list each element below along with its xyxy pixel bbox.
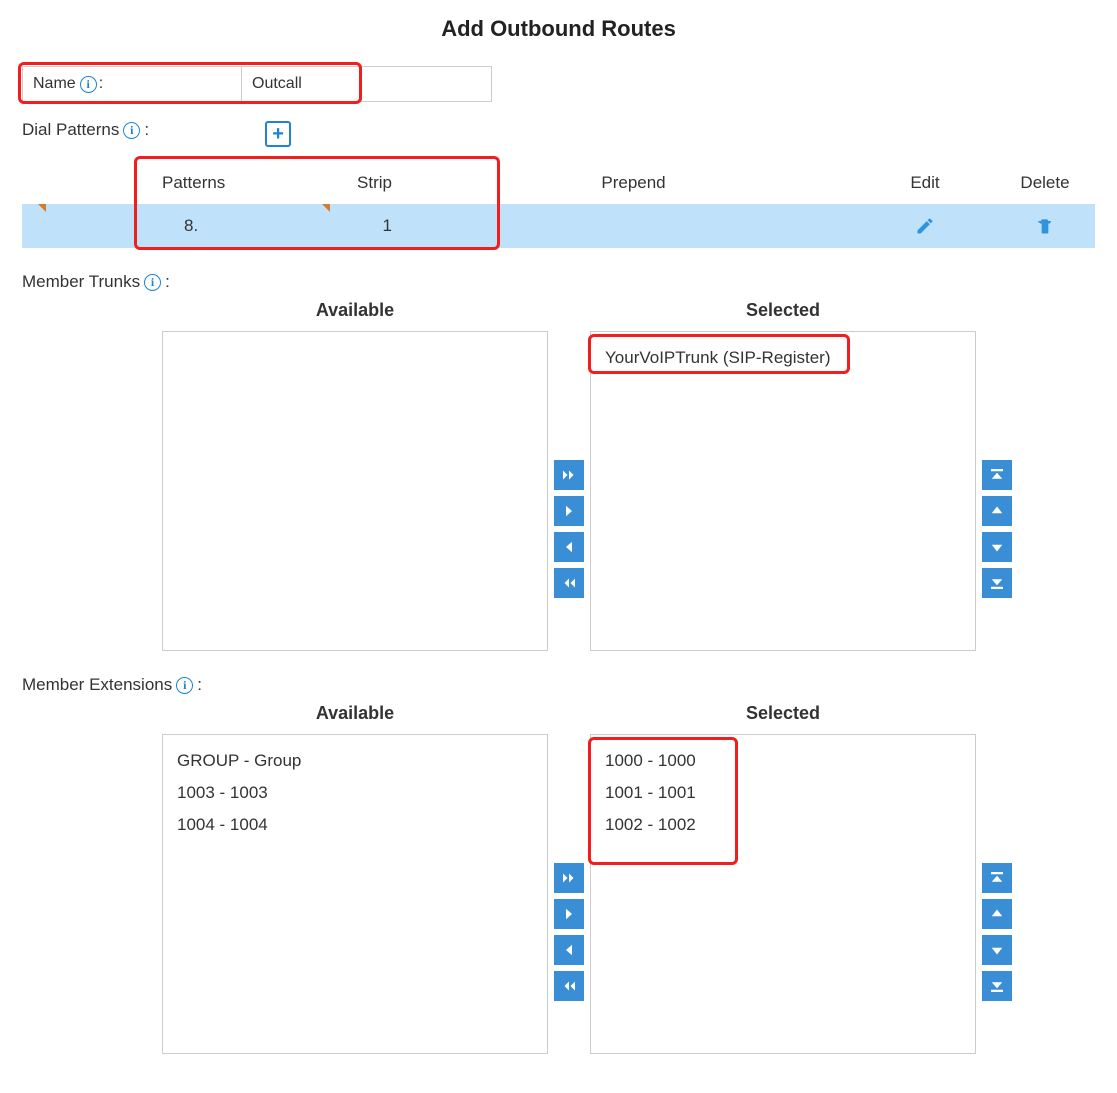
ext-order-buttons [976, 809, 1012, 1054]
pencil-icon [915, 216, 935, 236]
member-trunks-text: Member Trunks [22, 272, 140, 292]
move-bottom-button[interactable] [982, 971, 1012, 1001]
header-strip: Strip [282, 173, 412, 193]
page-title: Add Outbound Routes [22, 16, 1095, 42]
list-item[interactable]: YourVoIPTrunk (SIP-Register) [605, 342, 961, 374]
move-all-left-button[interactable] [554, 971, 584, 1001]
list-item[interactable]: 1000 - 1000 [605, 745, 961, 777]
cell-strip: 1 [282, 216, 412, 236]
table-header: Patterns Strip Prepend Edit Delete [22, 162, 1095, 204]
corner-marker [322, 204, 330, 212]
info-icon[interactable]: i [144, 274, 161, 291]
dial-patterns-table: Patterns Strip Prepend Edit Delete 8. 1 [22, 162, 1095, 248]
trunks-available-list[interactable] [162, 331, 548, 651]
trunks-selected-list[interactable]: YourVoIPTrunk (SIP-Register) [590, 331, 976, 651]
move-bottom-button[interactable] [982, 568, 1012, 598]
info-icon[interactable]: i [176, 677, 193, 694]
table-row[interactable]: 8. 1 [22, 204, 1095, 248]
member-trunks-dual: Available Selected YourVoIPTrunk (SIP-Re… [162, 300, 1095, 651]
header-prepend: Prepend [412, 173, 855, 193]
member-extensions-dual: Available GROUP - Group1003 - 10031004 -… [162, 703, 1095, 1054]
header-delete: Delete [995, 173, 1095, 193]
move-down-button[interactable] [982, 935, 1012, 965]
move-all-right-button[interactable] [554, 460, 584, 490]
member-trunks-colon: : [165, 272, 170, 292]
dial-patterns-colon: : [144, 120, 149, 140]
cell-pattern: 8. [22, 216, 282, 236]
dial-patterns-label: Dial Patterns i : [22, 120, 149, 140]
ext-move-buttons [548, 809, 590, 1054]
move-up-button[interactable] [982, 899, 1012, 929]
edit-button[interactable] [855, 216, 995, 236]
ext-available-list[interactable]: GROUP - Group1003 - 10031004 - 1004 [162, 734, 548, 1054]
list-item[interactable]: 1001 - 1001 [605, 777, 961, 809]
info-icon[interactable]: i [80, 76, 97, 93]
ext-available-title: Available [316, 703, 394, 724]
list-item[interactable]: 1004 - 1004 [177, 809, 533, 841]
name-input[interactable]: Outcall [242, 66, 362, 102]
trunks-available-title: Available [316, 300, 394, 321]
trunks-order-buttons [976, 406, 1012, 651]
corner-marker [38, 204, 46, 212]
header-edit: Edit [855, 173, 995, 193]
move-all-left-button[interactable] [554, 568, 584, 598]
ext-selected-title: Selected [746, 703, 820, 724]
list-item[interactable]: GROUP - Group [177, 745, 533, 777]
move-right-button[interactable] [554, 496, 584, 526]
move-left-button[interactable] [554, 532, 584, 562]
move-right-button[interactable] [554, 899, 584, 929]
list-item[interactable]: 1003 - 1003 [177, 777, 533, 809]
name-label-cell: Name i : [22, 66, 242, 102]
move-top-button[interactable] [982, 460, 1012, 490]
trash-icon [1035, 216, 1055, 236]
member-trunks-label: Member Trunks i : [22, 272, 1095, 292]
ext-selected-list[interactable]: 1000 - 10001001 - 10011002 - 1002 [590, 734, 976, 1054]
trunks-selected-title: Selected [746, 300, 820, 321]
info-icon[interactable]: i [123, 122, 140, 139]
move-down-button[interactable] [982, 532, 1012, 562]
header-patterns: Patterns [22, 173, 282, 193]
name-colon: : [99, 75, 103, 93]
move-top-button[interactable] [982, 863, 1012, 893]
move-up-button[interactable] [982, 496, 1012, 526]
delete-button[interactable] [995, 216, 1095, 236]
member-extensions-text: Member Extensions [22, 675, 172, 695]
member-extensions-colon: : [197, 675, 202, 695]
dial-patterns-text: Dial Patterns [22, 120, 119, 140]
move-all-right-button[interactable] [554, 863, 584, 893]
move-left-button[interactable] [554, 935, 584, 965]
trunks-move-buttons [548, 406, 590, 651]
member-extensions-label: Member Extensions i : [22, 675, 1095, 695]
list-item[interactable]: 1002 - 1002 [605, 809, 961, 841]
name-row: Name i : Outcall [22, 66, 1095, 102]
name-label: Name [33, 75, 76, 93]
name-blank[interactable] [362, 66, 492, 102]
add-pattern-button[interactable]: + [265, 121, 291, 147]
